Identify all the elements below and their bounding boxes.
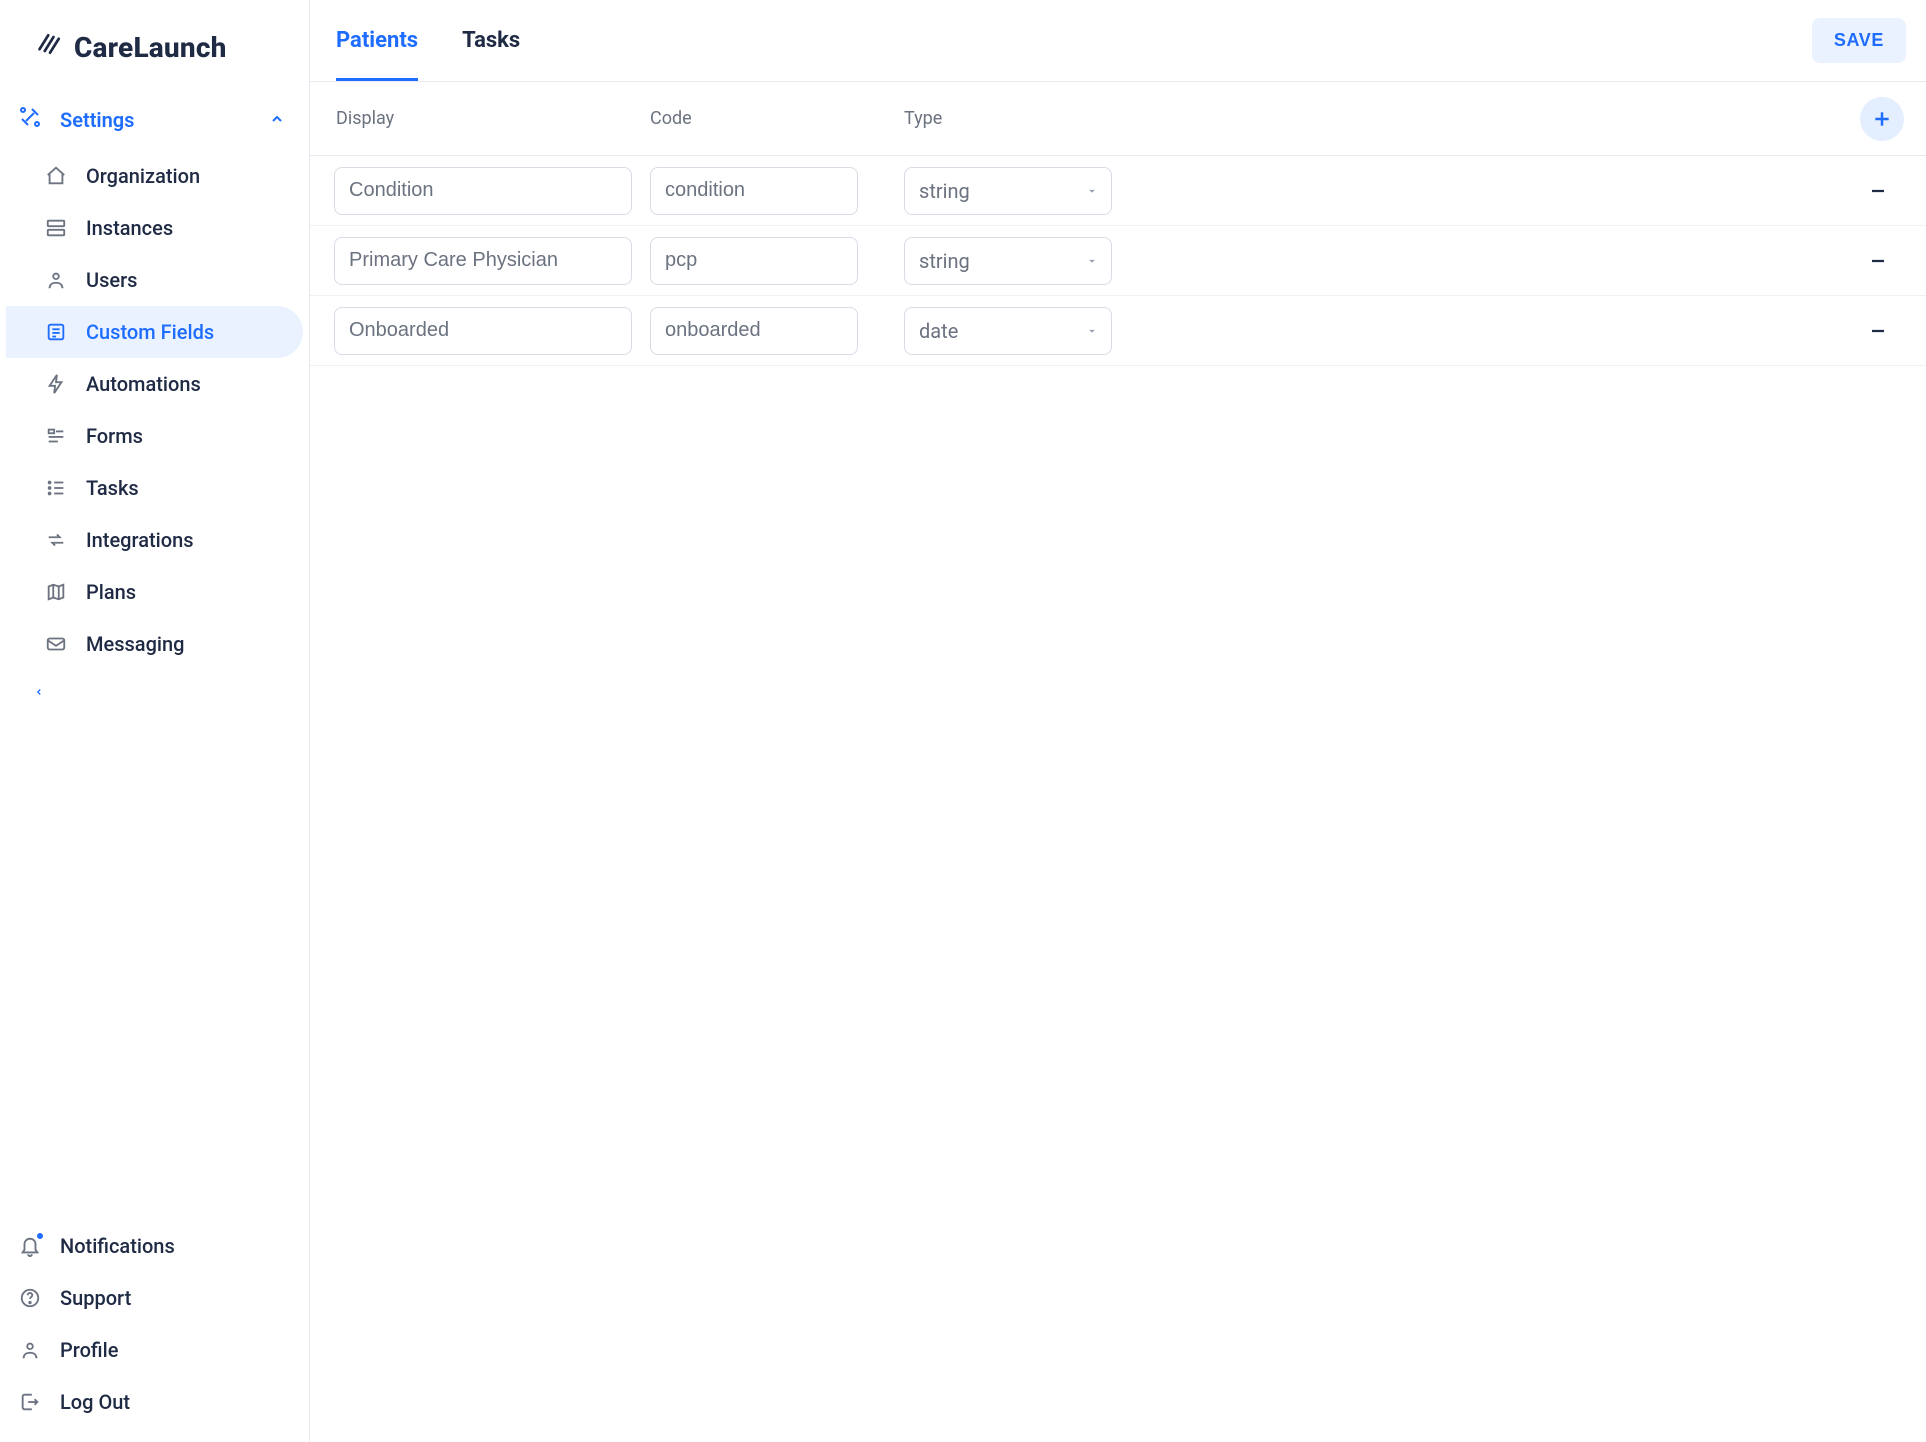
sidebar-item-messaging[interactable]: Messaging xyxy=(6,618,303,670)
type-select-value: date xyxy=(919,319,958,343)
home-icon xyxy=(44,164,68,188)
help-icon xyxy=(18,1286,42,1310)
list-box-icon xyxy=(44,320,68,344)
code-input[interactable] xyxy=(650,237,858,285)
column-headers: Display Code Type xyxy=(310,82,1926,156)
tab-label: Patients xyxy=(336,28,418,53)
nav-item-label: Notifications xyxy=(60,1234,175,1258)
caret-down-icon xyxy=(1085,179,1099,203)
bottom-nav: Notifications Support Profile Log Out xyxy=(0,1220,309,1442)
caret-down-icon xyxy=(1085,249,1099,273)
sidebar-item-label: Users xyxy=(86,268,137,292)
nav-section-header-settings[interactable]: Settings xyxy=(6,93,303,146)
caret-down-icon xyxy=(1085,319,1099,343)
user-ic= -icon xyxy=(44,268,68,292)
display-input[interactable] xyxy=(334,237,632,285)
remove-row-button[interactable] xyxy=(1864,317,1892,345)
app: CareLaunch Settings xyxy=(0,0,1926,1442)
stack-icon xyxy=(44,216,68,240)
sidebar-item-label: Organization xyxy=(86,164,200,188)
nav-item-label: Profile xyxy=(60,1338,118,1362)
mail-icon xyxy=(44,632,68,656)
arrows-icon xyxy=(44,528,68,552)
rows: string xyxy=(310,156,1926,366)
logout-icon xyxy=(18,1390,42,1414)
nav-section-label: Settings xyxy=(60,108,134,132)
nav-item-label: Support xyxy=(60,1286,131,1310)
brand-icon xyxy=(36,30,64,65)
sidebar-item-label: Instances xyxy=(86,216,173,240)
table-row: string xyxy=(310,156,1926,226)
sidebar-item-label: Automations xyxy=(86,372,201,396)
sidebar-item-label: Integrations xyxy=(86,528,194,552)
display-input[interactable] xyxy=(334,307,632,355)
sidebar-item-users[interactable]: Users xyxy=(6,254,303,306)
user-icon xyxy=(18,1338,42,1362)
nav-item-notifications[interactable]: Notifications xyxy=(0,1220,303,1272)
nav-item-label: Log Out xyxy=(60,1390,130,1414)
bell-icon xyxy=(18,1234,42,1258)
sidebar-item-label: Custom Fields xyxy=(86,320,214,344)
type-select-value: string xyxy=(919,249,970,273)
type-select[interactable]: string xyxy=(904,237,1112,285)
sidebar-item-organization[interactable]: Organization xyxy=(6,150,303,202)
subnav: Organization Instances Users xyxy=(6,146,303,670)
sidebar: CareLaunch Settings xyxy=(0,0,310,1442)
column-header-code: Code xyxy=(650,108,904,129)
sidebar-collapse-button[interactable] xyxy=(6,670,303,709)
tabs: Patients Tasks xyxy=(336,0,520,81)
type-select[interactable]: string xyxy=(904,167,1112,215)
code-input[interactable] xyxy=(650,167,858,215)
map-icon xyxy=(44,580,68,604)
add-row-button[interactable] xyxy=(1860,97,1904,141)
sidebar-item-forms[interactable]: Forms xyxy=(6,410,303,462)
nav-item-support[interactable]: Support xyxy=(0,1272,303,1324)
nav-item-logout[interactable]: Log Out xyxy=(0,1376,303,1428)
remove-row-button[interactable] xyxy=(1864,177,1892,205)
tab-label: Tasks xyxy=(462,28,520,53)
brand: CareLaunch xyxy=(0,18,309,87)
sidebar-item-instances[interactable]: Instances xyxy=(6,202,303,254)
chevron-up-icon xyxy=(269,108,285,132)
sidebar-item-tasks[interactable]: Tasks xyxy=(6,462,303,514)
column-header-display: Display xyxy=(310,108,650,129)
sidebar-item-integrations[interactable]: Integrations xyxy=(6,514,303,566)
sidebar-spacer xyxy=(0,709,309,1220)
sidebar-item-plans[interactable]: Plans xyxy=(6,566,303,618)
display-input[interactable] xyxy=(334,167,632,215)
topbar: Patients Tasks SAVE xyxy=(310,0,1926,82)
brand-name: CareLaunch xyxy=(74,31,227,64)
list-icon xyxy=(44,476,68,500)
column-header-action xyxy=(1860,97,1926,141)
notification-dot xyxy=(35,1231,45,1241)
nav-item-profile[interactable]: Profile xyxy=(0,1324,303,1376)
sidebar-item-label: Plans xyxy=(86,580,136,604)
sidebar-item-label: Tasks xyxy=(86,476,139,500)
type-select-value: string xyxy=(919,179,970,203)
sidebar-item-label: Forms xyxy=(86,424,143,448)
nav-section: Settings Organization Instances xyxy=(0,87,309,709)
tab-patients[interactable]: Patients xyxy=(336,0,418,81)
tools-icon xyxy=(18,105,42,134)
type-select[interactable]: date xyxy=(904,307,1112,355)
remove-row-button[interactable] xyxy=(1864,247,1892,275)
table-row: date xyxy=(310,296,1926,366)
sidebar-item-label: Messaging xyxy=(86,632,184,656)
bolt-icon xyxy=(44,372,68,396)
save-button[interactable]: SAVE xyxy=(1812,18,1906,63)
column-header-type: Type xyxy=(904,108,1158,129)
form-icon xyxy=(44,424,68,448)
tab-tasks[interactable]: Tasks xyxy=(462,0,520,81)
sidebar-item-custom-fields[interactable]: Custom Fields xyxy=(6,306,303,358)
sidebar-item-automations[interactable]: Automations xyxy=(6,358,303,410)
table-row: string xyxy=(310,226,1926,296)
main: Patients Tasks SAVE Display Code Type xyxy=(310,0,1926,1442)
code-input[interactable] xyxy=(650,307,858,355)
